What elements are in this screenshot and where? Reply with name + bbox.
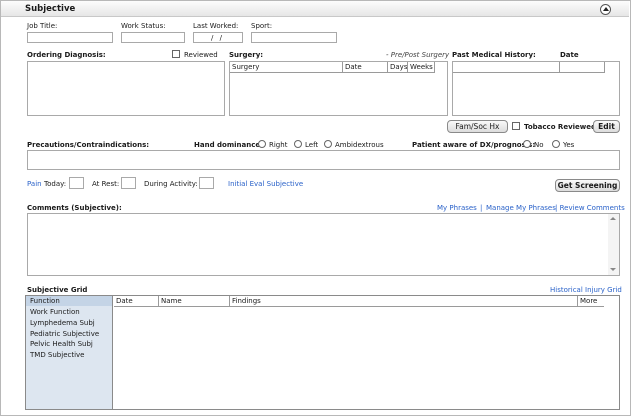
pain-at-rest-label: At Rest: (92, 180, 120, 188)
precautions-textarea[interactable] (27, 150, 620, 170)
subjective-grid-header: Date Name Findings More (114, 296, 604, 307)
my-phrases-link[interactable]: My Phrases (437, 204, 477, 212)
last-worked-value: / / (211, 34, 224, 42)
pain-at-rest-field[interactable] (121, 177, 136, 189)
scroll-down-icon[interactable] (610, 268, 616, 271)
pmh-date-label: Date (560, 51, 579, 59)
surgery-grid-header: Surgery Date Days Weeks (230, 62, 435, 73)
ambidextrous-radio[interactable] (324, 140, 332, 148)
pain-today-label: Today: (44, 180, 67, 188)
section-header: Subjective (1, 1, 629, 17)
last-worked-label: Last Worked: (193, 22, 239, 30)
sport-field[interactable] (251, 32, 337, 43)
pain-link[interactable]: Pain (27, 180, 42, 188)
grid-findings-column-header[interactable]: Findings (230, 296, 578, 307)
list-item-lymphedema[interactable]: Lymphedema Subj (30, 319, 95, 327)
work-status-label: Work Status: (121, 22, 166, 30)
left-label: Left (305, 141, 319, 149)
list-item-pelvic-health[interactable]: Pelvic Health Subj (30, 340, 93, 348)
surgery-label: Surgery: (229, 51, 264, 59)
comments-textarea[interactable] (27, 213, 620, 276)
ambidextrous-label: Ambidextrous (335, 141, 384, 149)
patient-aware-label: Patient aware of DX/prognosis: (412, 141, 536, 149)
subjective-category-list: Function Work Function Lymphedema Subj P… (26, 296, 113, 409)
pmh-column-divider (559, 62, 560, 73)
left-radio[interactable] (294, 140, 302, 148)
grid-more-column-header[interactable]: More (578, 296, 604, 307)
pain-during-activity-field[interactable] (199, 177, 214, 189)
date-column-header[interactable]: Date (343, 62, 388, 73)
tobacco-reviewed-label: Tobacco Reviewed (524, 123, 597, 131)
precautions-label: Precautions/Contraindications: (27, 141, 150, 149)
reviewed-checkbox[interactable] (172, 50, 180, 58)
pre-post-surgery-note: - Pre/Post Surgery (386, 51, 450, 59)
reviewed-label: Reviewed (184, 51, 218, 59)
list-item-pediatric[interactable]: Pediatric Subjective (30, 330, 99, 338)
hand-dominance-label: Hand dominance: (194, 141, 263, 149)
no-radio[interactable] (523, 140, 531, 148)
work-status-field[interactable] (121, 32, 185, 43)
list-item-work-function[interactable]: Work Function (30, 308, 80, 316)
surgery-column-header[interactable]: Surgery (230, 62, 343, 73)
tobacco-reviewed-checkbox[interactable] (512, 122, 520, 130)
no-label: No (534, 141, 544, 149)
surgery-grid[interactable]: Surgery Date Days Weeks (229, 61, 448, 116)
collapse-icon[interactable] (600, 4, 611, 15)
initial-eval-subjective-link[interactable]: Initial Eval Subjective (228, 180, 303, 188)
yes-label: Yes (563, 141, 575, 149)
comments-label: Comments (Subjective): (27, 204, 122, 212)
sport-label: Sport: (251, 22, 273, 30)
past-medical-history-label: Past Medical History: (452, 51, 536, 59)
right-radio[interactable] (258, 140, 266, 148)
scroll-up-icon[interactable] (610, 217, 616, 220)
pain-today-field[interactable] (69, 177, 84, 189)
yes-radio[interactable] (552, 140, 560, 148)
pain-during-activity-label: During Activity: (144, 180, 198, 188)
days-column-header[interactable]: Days (388, 62, 408, 73)
last-worked-field[interactable]: / / (193, 32, 243, 43)
list-item-function[interactable]: Function (30, 297, 60, 305)
subjective-grid-container: Function Work Function Lymphedema Subj P… (25, 295, 620, 410)
ordering-diagnosis-textarea[interactable] (27, 61, 225, 116)
fam-soc-hx-button[interactable]: Fam/Soc Hx (447, 120, 508, 133)
link-separator: | (480, 204, 483, 212)
manage-my-phrases-link[interactable]: Manage My Phrases (486, 204, 556, 212)
comments-scrollbar[interactable] (608, 214, 619, 275)
list-item-tmd[interactable]: TMD Subjective (30, 351, 85, 359)
pmh-column-divider (604, 62, 605, 73)
subjective-grid-label: Subjective Grid (27, 286, 88, 294)
pmh-grid-header (453, 62, 605, 73)
grid-name-column-header[interactable]: Name (159, 296, 230, 307)
edit-button[interactable]: Edit (593, 120, 620, 133)
job-title-field[interactable] (27, 32, 113, 43)
job-title-label: Job Title: (27, 22, 58, 30)
grid-date-column-header[interactable]: Date (114, 296, 159, 307)
get-screening-button[interactable]: Get Screening (555, 179, 620, 192)
review-comments-link[interactable]: | Review Comments (555, 204, 625, 212)
right-label: Right (269, 141, 288, 149)
historical-injury-grid-link[interactable]: Historical Injury Grid (550, 286, 622, 294)
section-title: Subjective (25, 4, 76, 14)
weeks-column-header[interactable]: Weeks (408, 62, 435, 73)
past-medical-history-grid[interactable] (452, 61, 620, 116)
ordering-diagnosis-label: Ordering Diagnosis: (27, 51, 106, 59)
